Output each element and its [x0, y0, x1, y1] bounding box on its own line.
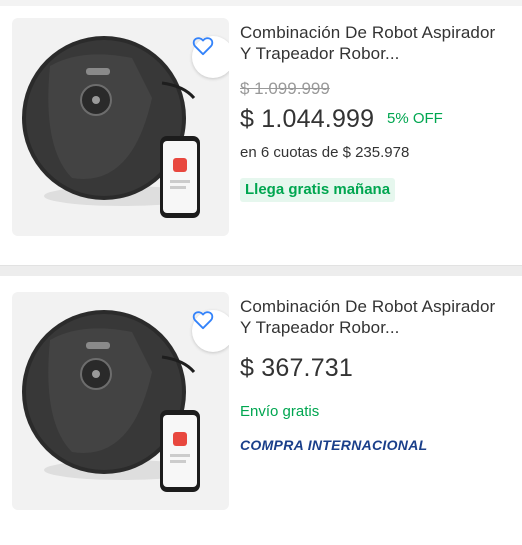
heart-outline-icon: [192, 37, 214, 56]
product-card[interactable]: Combinación De Robot Aspirador Y Trapead…: [0, 282, 522, 537]
installments-text: en 6 cuotas de $ 235.978: [240, 144, 410, 161]
product-image[interactable]: [12, 18, 229, 236]
free-shipping-label: Envío gratis: [240, 403, 320, 420]
current-price: $ 367.731: [240, 354, 354, 382]
favorite-button[interactable]: [192, 36, 229, 78]
card-divider: [0, 265, 522, 276]
product-image[interactable]: [12, 292, 229, 510]
shipping-badge: Llega gratis mañana: [240, 178, 396, 202]
heart-outline-icon: [192, 311, 214, 330]
original-price: $ 1.099.999: [240, 79, 330, 98]
favorite-button[interactable]: [192, 310, 229, 352]
product-title[interactable]: Combinación De Robot Aspirador Y Trapead…: [240, 22, 510, 64]
top-separator: [0, 0, 522, 6]
current-price: $ 1.044.999: [240, 105, 375, 133]
product-card[interactable]: Combinación De Robot Aspirador Y Trapead…: [0, 8, 522, 263]
product-title[interactable]: Combinación De Robot Aspirador Y Trapead…: [240, 296, 510, 338]
discount-label: 5% OFF: [387, 110, 443, 127]
international-purchase-label: COMPRA INTERNACIONAL: [240, 437, 428, 453]
